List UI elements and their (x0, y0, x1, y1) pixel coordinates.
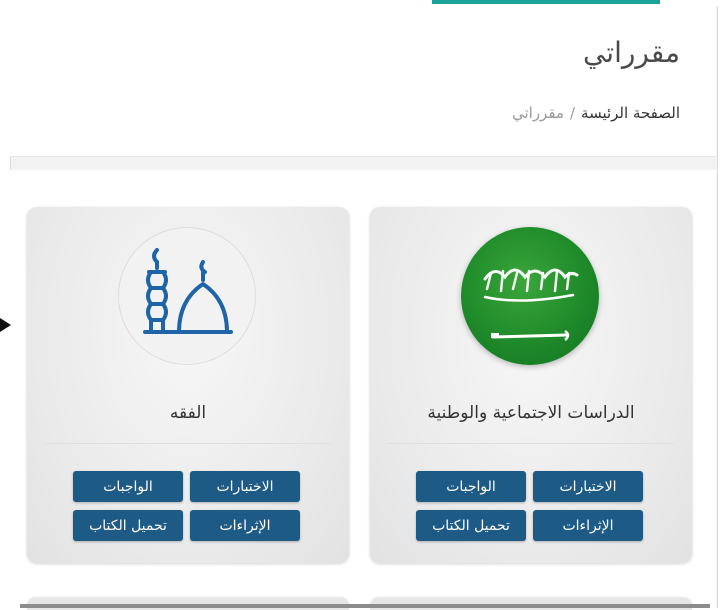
bottom-scroll-edge (20, 604, 710, 608)
enrichments-button[interactable]: الإثراءات (533, 510, 643, 541)
card-divider (388, 443, 674, 444)
course-title: الدراسات الاجتماعية والوطنية (427, 403, 635, 423)
assignments-button[interactable]: الواجبات (416, 471, 526, 502)
page-title: مقرراتي (582, 36, 680, 69)
enrichments-button[interactable]: الإثراءات (190, 510, 300, 541)
course-title: الفقه (169, 403, 207, 423)
course-card: الدراسات الاجتماعية والوطنية الاختبارات … (370, 207, 692, 563)
pointer-arrow-icon (0, 318, 11, 332)
saudi-flag-icon[interactable] (461, 227, 599, 365)
breadcrumb-current: مقرراتي (511, 104, 564, 122)
tests-button[interactable]: الاختبارات (533, 471, 643, 502)
course-card: الفقه الاختبارات الواجبات الإثراءات تحمي… (27, 207, 349, 563)
card-divider (45, 443, 331, 444)
assignments-button[interactable]: الواجبات (73, 471, 183, 502)
breadcrumb: الصفحة الرئيسة / مقرراتي (512, 104, 680, 122)
download-book-button[interactable]: تحميل الكتاب (416, 510, 526, 541)
breadcrumb-separator: / (569, 104, 576, 122)
top-accent-bar (432, 0, 660, 4)
page-header: مقرراتي الصفحة الرئيسة / مقرراتي (10, 6, 716, 157)
download-book-button[interactable]: تحميل الكتاب (73, 510, 183, 541)
tests-button[interactable]: الاختبارات (190, 471, 300, 502)
breadcrumb-home-link[interactable]: الصفحة الرئيسة (581, 104, 680, 122)
mosque-icon[interactable] (118, 227, 256, 365)
